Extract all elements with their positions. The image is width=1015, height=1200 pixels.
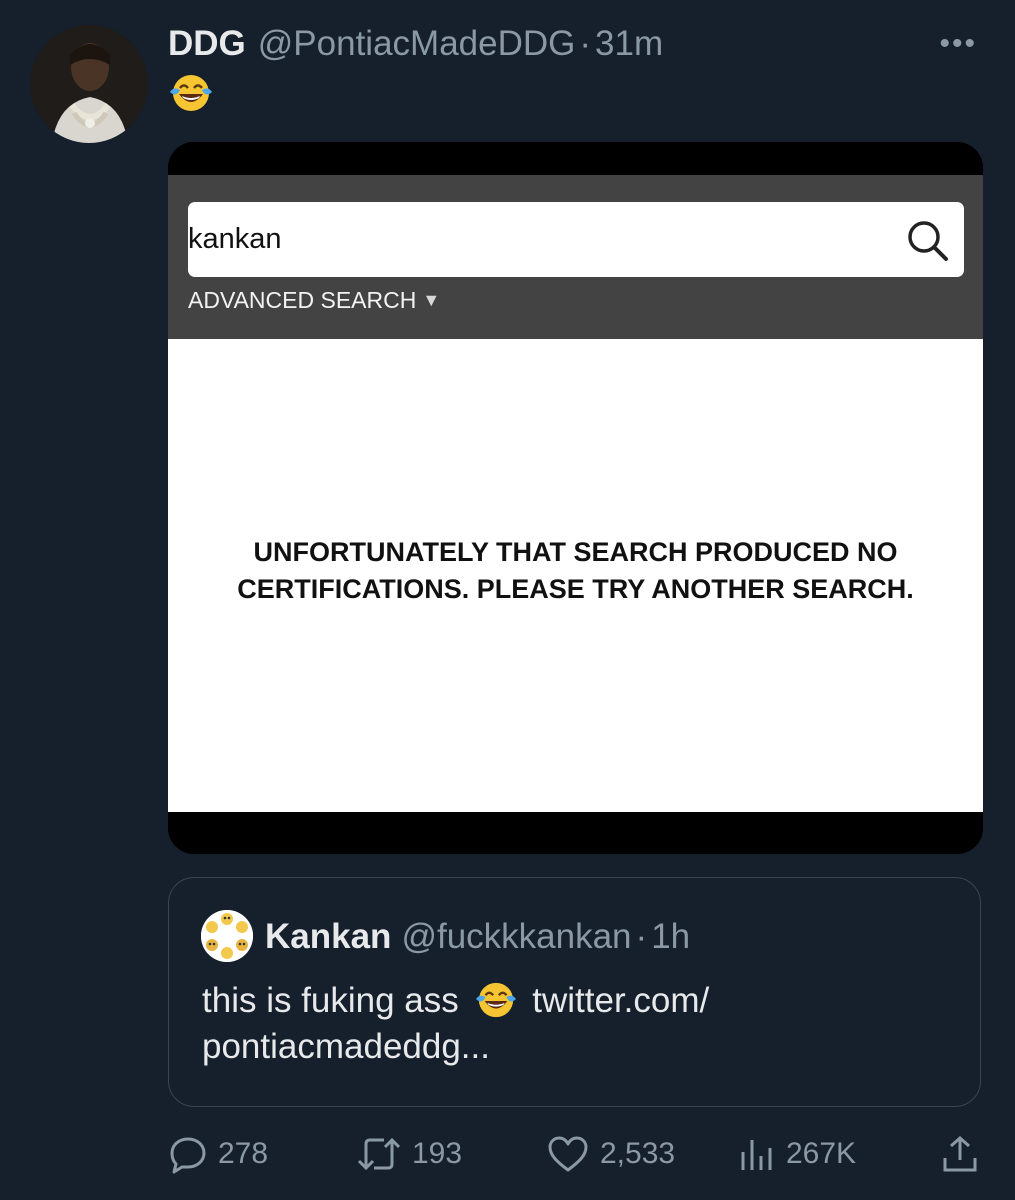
more-horizontal-icon: ••• xyxy=(939,27,977,60)
retweet-icon xyxy=(357,1137,401,1171)
author-handle[interactable]: @PontiacMadeDDG xyxy=(258,24,576,64)
avatar-photo xyxy=(30,25,148,143)
search-input-value: kankan xyxy=(188,223,282,255)
views-button[interactable]: 267K xyxy=(736,1128,856,1180)
quoted-header-separator: · xyxy=(635,917,648,956)
search-results-area: UNFORTUNATELY THAT SEARCH PRODUCED NO CE… xyxy=(168,339,983,812)
quoted-text-part-1: this is fuking ass xyxy=(202,981,459,1020)
no-results-line-1: UNFORTUNATELY THAT SEARCH PRODUCED NO xyxy=(253,537,898,567)
author-name[interactable]: DDG xyxy=(168,24,246,64)
quoted-author-name[interactable]: Kankan xyxy=(265,917,391,957)
caret-down-icon: ▼ xyxy=(422,290,441,310)
quoted-author-handle[interactable]: @fuckkkankan xyxy=(401,917,631,957)
face-with-tears-of-joy-icon xyxy=(170,75,212,111)
like-count: 2,533 xyxy=(600,1137,676,1170)
quoted-tweet-timestamp[interactable]: 1h xyxy=(651,917,690,957)
quoted-tweet-header: Kankan @fuckkkankan · 1h xyxy=(265,913,690,961)
reply-count: 278 xyxy=(218,1137,269,1170)
tweet-media-image[interactable]: kankan ADVANCED SEARCH ▼ UNFORTUNATELY T… xyxy=(168,142,983,854)
author-avatar[interactable] xyxy=(30,25,148,143)
heart-icon xyxy=(548,1136,588,1172)
share-button[interactable] xyxy=(940,1128,990,1180)
emoji-ring-avatar-image xyxy=(201,910,253,962)
media-top-band xyxy=(168,142,983,175)
retweet-count: 193 xyxy=(412,1137,463,1170)
quoted-tweet[interactable]: Kankan @fuckkkankan · 1h this is fuking … xyxy=(168,877,981,1107)
no-results-message: UNFORTUNATELY THAT SEARCH PRODUCED NO CE… xyxy=(168,534,983,608)
reply-icon xyxy=(170,1137,206,1174)
no-results-line-2: CERTIFICATIONS. PLEASE TRY ANOTHER SEARC… xyxy=(237,574,914,604)
media-bottom-band xyxy=(168,812,983,854)
quoted-author-avatar[interactable] xyxy=(201,910,253,962)
face-with-tears-of-joy-icon xyxy=(475,982,516,1018)
advanced-search-toggle[interactable]: ADVANCED SEARCH ▼ xyxy=(188,287,440,314)
tweet-timestamp[interactable]: 31m xyxy=(595,24,663,64)
tweet-header: DDG @PontiacMadeDDG · 31m xyxy=(168,22,995,66)
tweet-text xyxy=(168,72,216,116)
quoted-link-part-2[interactable]: pontiacmadeddg... xyxy=(202,1027,490,1066)
like-button[interactable]: 2,533 xyxy=(546,1128,675,1180)
view-count: 267K xyxy=(786,1137,857,1170)
share-icon xyxy=(943,1135,977,1172)
views-bar-chart-icon xyxy=(741,1140,772,1170)
header-separator: · xyxy=(579,24,592,63)
search-icon[interactable] xyxy=(904,217,952,265)
more-options-button[interactable]: ••• xyxy=(939,22,977,66)
tweet-actions-bar: 278 193 2,533 267K xyxy=(168,1128,983,1180)
quoted-tweet-text: this is fuking ass twitter.com/ pontiacm… xyxy=(202,978,942,1070)
quoted-link-part-1[interactable]: twitter.com/ xyxy=(532,981,709,1020)
search-field[interactable]: kankan xyxy=(188,202,964,277)
retweet-button[interactable]: 193 xyxy=(356,1128,462,1180)
advanced-search-label: ADVANCED SEARCH xyxy=(188,287,417,313)
reply-button[interactable]: 278 xyxy=(168,1128,268,1180)
